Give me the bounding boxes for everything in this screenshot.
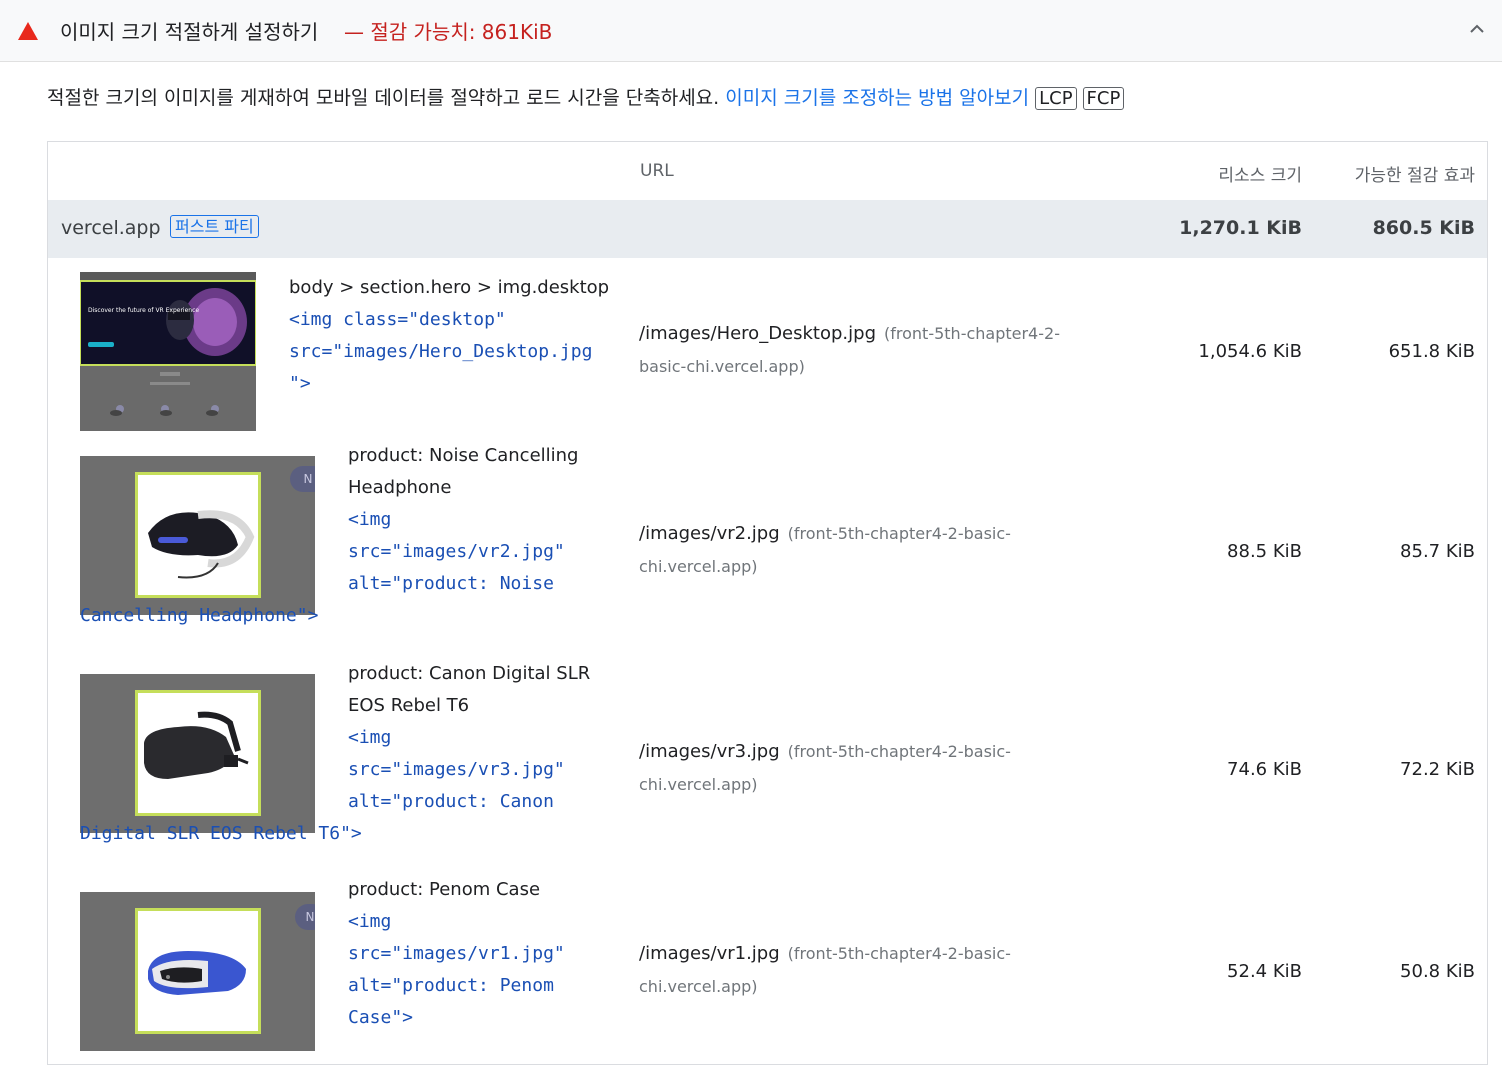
vr-headset-icon: [148, 951, 246, 995]
thumb-hero-text: Discover the future of VR Experience: [88, 307, 199, 314]
node-snippet: <img src="images/vr1.jpg" alt="product: …: [348, 911, 565, 1028]
table-group-row: vercel.app 퍼스트 파티 1,270.1 KiB 860.5 KiB: [48, 200, 1487, 258]
table-row[interactable]: product: Canon Digital SLR EOS Rebel T6 …: [48, 656, 1487, 874]
hero-image-preview: Discover the future of VR Experience: [80, 272, 256, 431]
resource-size: 52.4 KiB: [1227, 961, 1302, 982]
audit-description: 적절한 크기의 이미지를 게재하여 모바일 데이터를 절약하고 로드 시간을 단…: [47, 83, 1125, 110]
audit-title: 이미지 크기 적절하게 설정하기: [60, 20, 319, 44]
column-header-size: 리소스 크기: [1218, 166, 1302, 186]
url-cell: /images/vr2.jpg (front-5th-chapter4-2-bas…: [639, 517, 1099, 583]
product-thumbnail: N: [80, 892, 315, 1051]
url-cell: /images/Hero_Desktop.jpg (front-5th-chapt…: [639, 317, 1099, 383]
product-thumbnail: [80, 674, 315, 833]
group-name: vercel.app: [61, 217, 161, 239]
node-snippet: <img class="desktop" src="images/Hero_De…: [289, 309, 593, 394]
metric-tag-lcp: LCP: [1035, 87, 1077, 110]
resource-path: /images/vr3.jpg: [639, 741, 780, 762]
node-label: body > section.hero > img.desktop: [289, 277, 610, 298]
chevron-up-icon[interactable]: [1468, 20, 1486, 38]
url-cell: /images/vr1.jpg (front-5th-chapter4-2-bas…: [639, 937, 1099, 1003]
node-snippet: <img src="images/vr2.jpg" alt="product: …: [348, 509, 565, 594]
resource-path: /images/vr1.jpg: [639, 943, 780, 964]
resource-path: /images/vr2.jpg: [639, 523, 780, 544]
table-row[interactable]: N product: Penom Case <img src="images/v…: [48, 874, 1487, 1064]
vr-headset-icon: [144, 711, 249, 779]
potential-savings: 651.8 KiB: [1388, 341, 1475, 362]
resource-size: 88.5 KiB: [1227, 541, 1302, 562]
product-thumbnail: N: [80, 456, 315, 615]
warning-triangle-icon: [18, 22, 38, 40]
group-total-size: 1,270.1 KiB: [1179, 217, 1302, 239]
product-image-frame: [135, 908, 261, 1034]
url-cell: /images/vr3.jpg (front-5th-chapter4-2-bas…: [639, 735, 1099, 801]
opportunity-table: URL 리소스 크기 가능한 절감 효과 vercel.app 퍼스트 파티 1…: [47, 141, 1488, 1065]
product-badge-icon: N: [290, 466, 315, 492]
metric-tag-fcp: FCP: [1082, 87, 1125, 110]
description-text: 적절한 크기의 이미지를 게재하여 모바일 데이터를 절약하고 로드 시간을 단…: [47, 87, 726, 109]
hero-thumbnail: Discover the future of VR Experience: [80, 272, 256, 431]
audit-savings: — 절감 가능치: 861KiB: [344, 20, 553, 44]
product-image-frame: [135, 690, 261, 816]
resource-path: /images/Hero_Desktop.jpg: [639, 323, 877, 344]
node-snippet: <img src="images/vr3.jpg" alt="product: …: [348, 727, 565, 812]
group-total-savings: 860.5 KiB: [1372, 217, 1475, 239]
first-party-badge: 퍼스트 파티: [170, 215, 259, 238]
node-snippet-tail: Cancelling Headphone">: [80, 605, 319, 626]
potential-savings: 85.7 KiB: [1400, 541, 1475, 562]
node-label: product: Penom Case: [348, 879, 541, 900]
node-snippet-tail: Digital SLR EOS Rebel T6">: [80, 823, 362, 844]
product-image-frame: [135, 472, 261, 598]
column-header-url: URL: [640, 161, 674, 181]
table-row[interactable]: Discover the future of VR Experience bod…: [48, 258, 1487, 438]
table-row[interactable]: N product: Noise Cancelling Headphone <i…: [48, 438, 1487, 656]
learn-more-link[interactable]: 이미지 크기를 조정하는 방법 알아보기: [725, 87, 1029, 109]
resource-size: 1,054.6 KiB: [1198, 341, 1302, 362]
vr-headset-icon: [148, 510, 255, 579]
node-label: product: Canon Digital SLR EOS Rebel T6: [348, 663, 591, 716]
resource-size: 74.6 KiB: [1227, 759, 1302, 780]
node-label: product: Noise Cancelling Headphone: [348, 445, 579, 498]
potential-savings: 50.8 KiB: [1400, 961, 1475, 982]
audit-header[interactable]: 이미지 크기 적절하게 설정하기 — 절감 가능치: 861KiB: [0, 0, 1502, 62]
column-header-savings: 가능한 절감 효과: [1354, 166, 1475, 186]
potential-savings: 72.2 KiB: [1400, 759, 1475, 780]
product-badge-icon: N: [295, 904, 315, 930]
